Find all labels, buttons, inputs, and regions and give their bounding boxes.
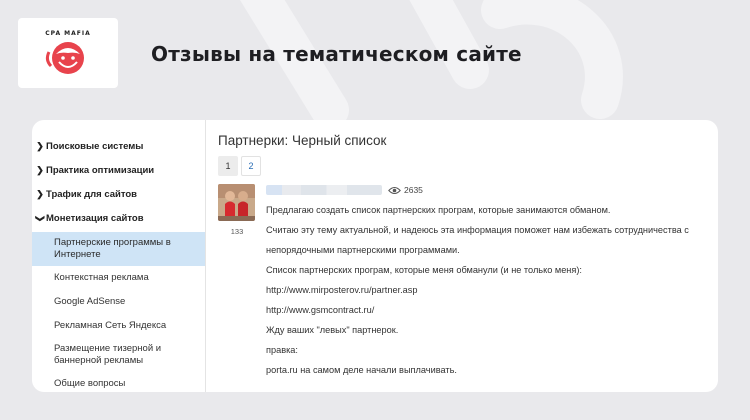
sidebar-category-label: Монетизация сайтов — [46, 212, 144, 224]
sidebar-category-label: Поисковые системы — [46, 140, 144, 152]
chevron-right-icon: ❯ — [36, 140, 44, 151]
forum-screenshot-card: ❯ Поисковые системы ❯ Практика оптимизац… — [32, 120, 718, 392]
page-headline: Отзывы на тематическом сайте — [151, 42, 522, 66]
sidebar-category-optimization[interactable]: ❯ Практика оптимизации — [32, 158, 205, 182]
post-link[interactable]: http://www.mirposterov.ru/partner.asp — [266, 280, 706, 300]
chevron-right-icon: ❯ — [36, 164, 44, 175]
sidebar-item-context-ads[interactable]: Контекстная реклама — [32, 266, 205, 290]
page-button-1[interactable]: 1 — [218, 156, 238, 176]
forum-sidebar: ❯ Поисковые системы ❯ Практика оптимизац… — [32, 120, 206, 392]
views-count: 2635 — [404, 185, 423, 195]
post-line: Считаю эту тему актуальной, и надеюсь эт… — [266, 225, 689, 235]
sidebar-category-monetization[interactable]: ❯ Монетизация сайтов — [32, 206, 205, 230]
sidebar-item-teaser-banner[interactable]: Размещение тизерной и баннерной рекламы — [32, 338, 205, 372]
post-link[interactable]: http://www.gsmcontract.ru/ — [266, 300, 706, 320]
eye-icon — [388, 186, 401, 194]
sidebar-category-traffic[interactable]: ❯ Трафик для сайтов — [32, 182, 205, 206]
post-body: 2635 Предлагаю создать список партнерски… — [266, 184, 706, 380]
post-author: 133 — [218, 184, 256, 380]
sidebar-category-search-engines[interactable]: ❯ Поисковые системы — [32, 134, 205, 158]
post-line: правка: — [266, 345, 298, 355]
sidebar-item-yandex-network[interactable]: Рекламная Сеть Яндекса — [32, 314, 205, 338]
post-meta: 2635 — [266, 184, 706, 196]
author-post-count: 133 — [230, 227, 244, 236]
sidebar-item-general[interactable]: Общие вопросы — [32, 372, 205, 392]
post-line: Жду ваших "левых" партнерок. — [266, 325, 399, 335]
thread-panel: Партнерки: Черный список 1 2 133 2635 Пр… — [206, 120, 718, 392]
post-line: Предлагаю создать список партнерских про… — [266, 205, 611, 215]
chevron-right-icon: ❯ — [36, 188, 44, 199]
mafia-logo-icon: CPA MAFIA — [45, 30, 91, 74]
sidebar-item-adsense[interactable]: Google AdSense — [32, 290, 205, 314]
views-counter: 2635 — [388, 185, 423, 195]
brand-logo: CPA MAFIA — [18, 18, 118, 88]
chevron-down-icon: ❯ — [35, 214, 46, 222]
sidebar-category-label: Практика оптимизации — [46, 164, 155, 176]
forum-post: 133 2635 Предлагаю создать список партне… — [218, 184, 706, 380]
post-line: непорядочными партнерскими программами. — [266, 245, 460, 255]
page-button-2[interactable]: 2 — [241, 156, 261, 176]
pagination: 1 2 — [218, 156, 706, 176]
sidebar-category-label: Трафик для сайтов — [46, 188, 138, 200]
svg-text:CPA MAFIA: CPA MAFIA — [45, 30, 91, 37]
post-line: porta.ru на самом деле начали выплачиват… — [266, 365, 457, 375]
avatar[interactable] — [218, 184, 255, 221]
thread-title: Партнерки: Черный список — [218, 133, 387, 148]
post-line: Список партнерских програм, которые меня… — [266, 265, 582, 275]
sidebar-item-affiliate-programs[interactable]: Партнерские программы в Интернете — [32, 232, 205, 266]
blurred-username — [266, 185, 382, 195]
